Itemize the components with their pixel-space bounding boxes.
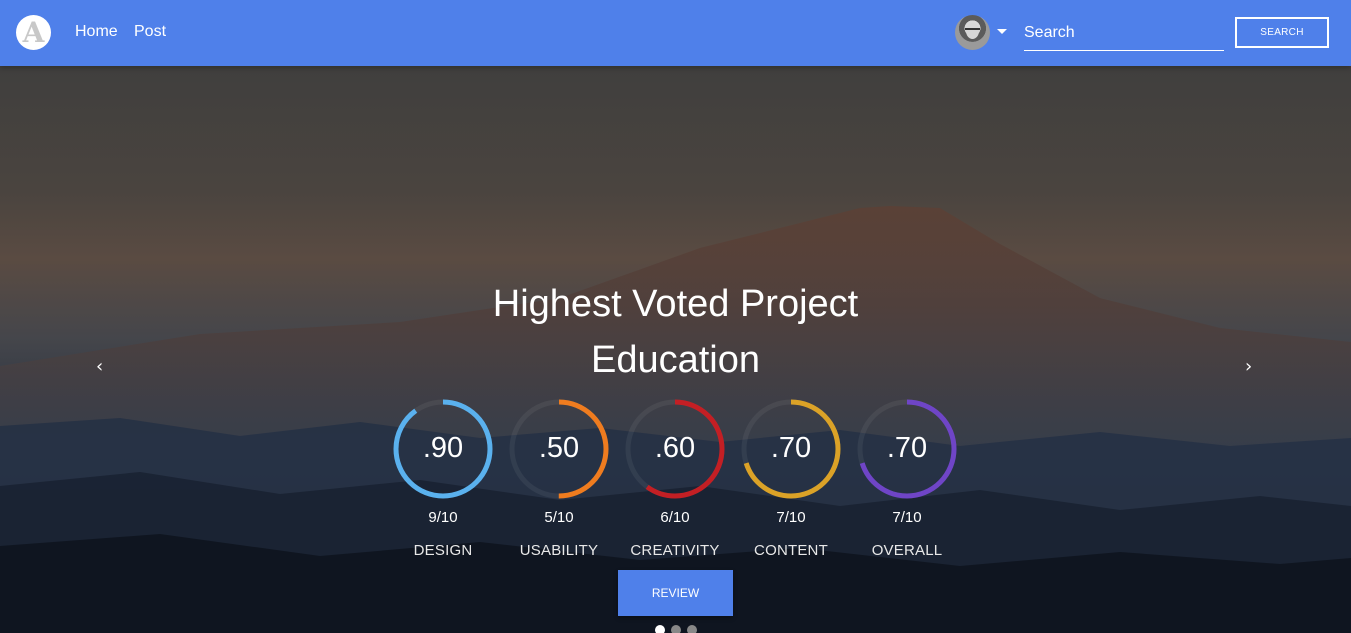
hero-title: Highest Voted Project <box>492 283 859 325</box>
gauge-creativity-value: .60 <box>654 432 696 464</box>
carousel-indicator-3[interactable] <box>687 625 697 633</box>
gauge-usability-fraction: 5/10 <box>544 509 574 526</box>
gauge-content-label: CONTENT <box>754 542 828 559</box>
gauge-creativity: .60 6/10 CREATIVITY <box>624 398 726 559</box>
user-avatar[interactable] <box>955 15 990 50</box>
gauge-creativity-fraction: 6/10 <box>660 509 690 526</box>
gauge-usability-label: USABILITY <box>519 542 599 559</box>
gauge-design-label: DESIGN <box>413 542 473 559</box>
caret-down-icon[interactable] <box>997 29 1007 34</box>
gauge-overall-fraction: 7/10 <box>892 509 922 526</box>
nav-home-link[interactable]: Home <box>75 23 118 41</box>
gauge-design-value: .90 <box>422 432 464 464</box>
gauge-usability-value: .50 <box>538 432 580 464</box>
gauge-design: .90 9/10 DESIGN <box>392 398 494 559</box>
gauge-content-value: .70 <box>770 432 812 464</box>
review-button[interactable]: REVIEW <box>618 570 733 616</box>
gauge-overall-value: .70 <box>886 432 928 464</box>
hero-carousel: ‹ › Highest Voted Project Education .90 … <box>0 66 1351 633</box>
search-button[interactable]: SEARCH <box>1235 17 1329 48</box>
nav-post-link[interactable]: Post <box>134 23 166 41</box>
gauge-design-fraction: 9/10 <box>428 509 458 526</box>
carousel-indicator-2[interactable] <box>671 625 681 633</box>
carousel-indicator-1[interactable] <box>655 625 665 633</box>
gauge-content: .70 7/10 CONTENT <box>740 398 842 559</box>
avatar-glasses-shape <box>965 28 980 32</box>
logo-icon[interactable]: A <box>16 15 51 50</box>
gauge-creativity-label: CREATIVITY <box>630 542 720 559</box>
gauge-overall-label: OVERALL <box>871 542 943 559</box>
hero-subtitle: Education <box>590 339 760 381</box>
gauge-content-fraction: 7/10 <box>776 509 806 526</box>
gauge-usability: .50 5/10 USABILITY <box>508 398 610 559</box>
search-input[interactable] <box>1024 16 1224 51</box>
top-navbar: A Home Post SEARCH <box>0 0 1351 66</box>
gauge-overall: .70 7/10 OVERALL <box>856 398 958 559</box>
